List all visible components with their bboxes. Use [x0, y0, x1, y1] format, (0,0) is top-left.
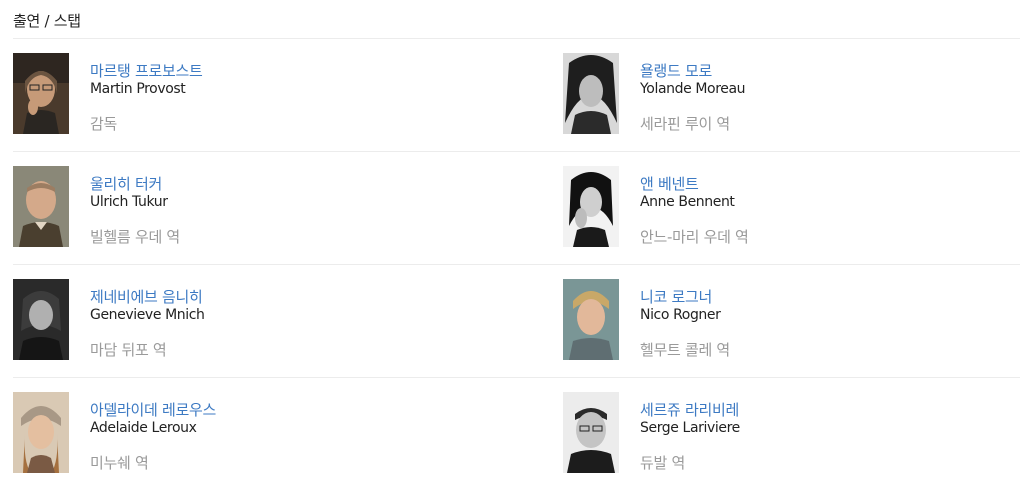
- person-name-korean[interactable]: 앤 베넨트: [640, 173, 699, 194]
- cast-item: 울리히 터커 Ulrich Tukur 빌헬름 우데 역: [13, 152, 563, 265]
- cast-item: 앤 베넨트 Anne Bennent 안느-마리 우데 역: [563, 152, 1020, 265]
- person-name-korean[interactable]: 아델라이데 레로우스: [90, 399, 216, 420]
- person-photo[interactable]: [13, 279, 69, 360]
- cast-item: 세르쥬 라리비레 Serge Lariviere 듀발 역: [563, 378, 1020, 491]
- person-name-english: Nico Rogner: [640, 307, 721, 323]
- person-name-english: Martin Provost: [90, 81, 186, 97]
- cast-item: 제네비에브 음니히 Genevieve Mnich 마담 뒤포 역: [13, 265, 563, 378]
- person-name-english: Serge Lariviere: [640, 420, 740, 436]
- section-title: 출연 / 스탭: [13, 12, 81, 30]
- cast-item: 아델라이데 레로우스 Adelaide Leroux 미누쉐 역: [13, 378, 563, 491]
- person-name-korean[interactable]: 울리히 터커: [90, 173, 162, 194]
- person-photo[interactable]: [13, 392, 69, 473]
- person-role: 듀발 역: [640, 454, 685, 472]
- person-name-english: Genevieve Mnich: [90, 307, 205, 323]
- person-photo[interactable]: [563, 279, 619, 360]
- person-name-korean[interactable]: 욜랭드 모로: [640, 60, 712, 81]
- person-role: 미누쉐 역: [90, 454, 149, 472]
- person-photo[interactable]: [13, 53, 69, 134]
- person-name-english: Ulrich Tukur: [90, 194, 168, 210]
- person-name-english: Anne Bennent: [640, 194, 735, 210]
- person-role: 마담 뒤포 역: [90, 341, 167, 359]
- person-role: 세라핀 루이 역: [640, 115, 730, 133]
- person-name-korean[interactable]: 마르탱 프로보스트: [90, 60, 203, 81]
- cast-item: 욜랭드 모로 Yolande Moreau 세라핀 루이 역: [563, 39, 1020, 152]
- person-name-korean[interactable]: 세르쥬 라리비레: [640, 399, 739, 420]
- person-photo[interactable]: [13, 166, 69, 247]
- person-role: 안느-마리 우데 역: [640, 228, 749, 246]
- person-photo[interactable]: [563, 392, 619, 473]
- cast-item: 니코 로그너 Nico Rogner 헬무트 콜레 역: [563, 265, 1020, 378]
- person-name-korean[interactable]: 니코 로그너: [640, 286, 712, 307]
- person-role: 헬무트 콜레 역: [640, 341, 730, 359]
- person-name-english: Yolande Moreau: [640, 81, 746, 97]
- person-role: 빌헬름 우데 역: [90, 228, 180, 246]
- person-photo[interactable]: [563, 53, 619, 134]
- cast-grid: 마르탱 프로보스트 Martin Provost 감독 욜랭드 모로 Yolan…: [13, 39, 1020, 491]
- person-name-korean[interactable]: 제네비에브 음니히: [90, 286, 203, 307]
- cast-staff-panel: 출연 / 스탭 마르탱 프로보스트 Martin Provost 감독 욜랭드 …: [0, 0, 1020, 494]
- person-photo[interactable]: [563, 166, 619, 247]
- person-name-english: Adelaide Leroux: [90, 420, 197, 436]
- cast-item: 마르탱 프로보스트 Martin Provost 감독: [13, 39, 563, 152]
- person-role: 감독: [90, 115, 118, 133]
